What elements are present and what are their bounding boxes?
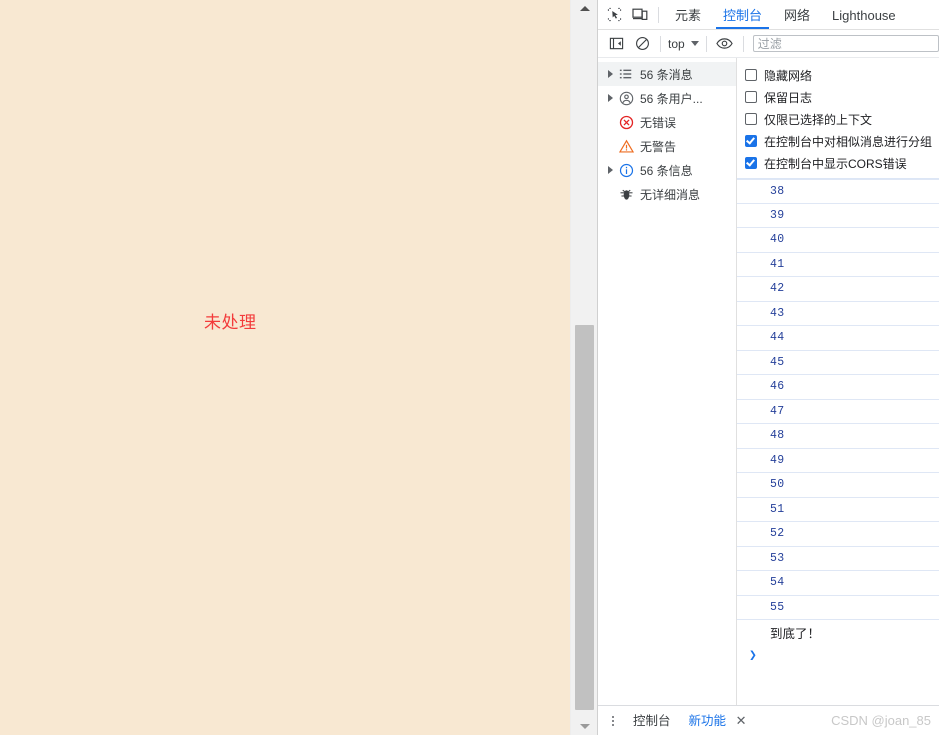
- sidebar-item-errors[interactable]: 无错误: [598, 110, 736, 134]
- sidebar-item-label: 无错误: [640, 115, 677, 130]
- checkbox[interactable]: [745, 113, 757, 125]
- execution-context-value: top: [668, 36, 685, 51]
- info-icon: [616, 163, 636, 178]
- option-show-cors-errors[interactable]: 在控制台中显示CORS错误: [745, 152, 939, 174]
- screenshot-root: 未处理 元素 控制台 网络 Lighthouse top 过滤 56 条消息 5…: [0, 0, 939, 735]
- option-preserve-log[interactable]: 保留日志: [745, 86, 939, 108]
- tab-console[interactable]: 控制台: [712, 1, 773, 29]
- option-hide-network[interactable]: 隐藏网络: [745, 64, 939, 86]
- console-filter-input[interactable]: [752, 35, 939, 52]
- expand-triangle-icon[interactable]: [604, 70, 616, 78]
- devtools-drawer-tabbar: 控制台 新功能 ✕ CSDN @joan_85: [598, 705, 939, 735]
- log-entry[interactable]: 53: [737, 547, 939, 571]
- console-log-pane: 隐藏网络 保留日志 仅限已选择的上下文 在控制台中对相似消息进行分组 在控制台中…: [737, 58, 939, 705]
- sidebar-item-warnings[interactable]: 无警告: [598, 134, 736, 158]
- log-entry[interactable]: 38: [737, 179, 939, 204]
- warning-icon: [616, 139, 636, 154]
- sidebar-item-label: 无警告: [640, 139, 677, 154]
- prompt-chevron-icon: ❯: [749, 648, 757, 663]
- sidebar-item-messages[interactable]: 56 条消息: [598, 62, 736, 86]
- log-entry[interactable]: 46: [737, 375, 939, 400]
- console-sidebar: 56 条消息 56 条用户... 无错误 无警告 56 条信息 无详细消息: [598, 58, 737, 705]
- clear-console-icon[interactable]: [629, 31, 655, 57]
- expand-triangle-icon[interactable]: [604, 166, 616, 174]
- sidebar-item-label: 56 条用户...: [640, 91, 703, 106]
- console-prompt[interactable]: ❯: [737, 645, 939, 667]
- option-label: 保留日志: [764, 90, 813, 105]
- expand-triangle-icon[interactable]: [604, 94, 616, 102]
- tab-lighthouse[interactable]: Lighthouse: [821, 1, 907, 29]
- toolbar-divider: [658, 6, 659, 23]
- sidebar-toggle-icon[interactable]: [603, 31, 629, 57]
- log-entry-final-message[interactable]: 到底了！: [737, 620, 939, 645]
- scrollbar-up-arrow-icon[interactable]: [571, 0, 598, 17]
- tab-network[interactable]: 网络: [773, 1, 821, 29]
- sidebar-item-label: 无详细消息: [640, 187, 701, 202]
- option-label: 在控制台中对相似消息进行分组: [764, 134, 933, 149]
- more-options-icon[interactable]: [602, 710, 624, 732]
- page-red-text: 未处理: [204, 313, 257, 332]
- log-entry[interactable]: 43: [737, 302, 939, 326]
- log-entry[interactable]: 52: [737, 522, 939, 547]
- error-icon: [616, 115, 636, 130]
- sidebar-item-user-messages[interactable]: 56 条用户...: [598, 86, 736, 110]
- log-entry[interactable]: 42: [737, 277, 939, 302]
- log-entry[interactable]: 51: [737, 498, 939, 522]
- console-log-list: 38 39 40 41 42 43 44 45 46 47 48 49 50 5…: [737, 179, 939, 645]
- option-group-similar[interactable]: 在控制台中对相似消息进行分组: [745, 130, 939, 152]
- log-entry[interactable]: 50: [737, 473, 939, 498]
- user-message-icon: [616, 91, 636, 106]
- log-entry[interactable]: 48: [737, 424, 939, 449]
- eye-icon[interactable]: [712, 31, 738, 57]
- checkbox[interactable]: [745, 69, 757, 81]
- execution-context-selector[interactable]: top: [666, 37, 701, 51]
- sidebar-item-label: 56 条信息: [640, 163, 693, 178]
- checkbox[interactable]: [745, 91, 757, 103]
- devtools-tabstrip: 元素 控制台 网络 Lighthouse: [598, 0, 939, 30]
- close-icon[interactable]: ✕: [733, 713, 749, 729]
- list-icon: [616, 67, 636, 81]
- log-entry[interactable]: 44: [737, 326, 939, 351]
- tab-elements[interactable]: 元素: [664, 1, 712, 29]
- checkbox[interactable]: [745, 157, 757, 169]
- inspect-element-icon[interactable]: [601, 2, 627, 28]
- log-entry[interactable]: 45: [737, 351, 939, 375]
- log-entry[interactable]: 55: [737, 596, 939, 620]
- console-settings-options: 隐藏网络 保留日志 仅限已选择的上下文 在控制台中对相似消息进行分组 在控制台中…: [737, 58, 939, 179]
- verbose-bug-icon: [616, 187, 636, 202]
- drawer-tab-console[interactable]: 控制台: [624, 706, 680, 735]
- log-entry[interactable]: 41: [737, 253, 939, 277]
- sidebar-item-info[interactable]: 56 条信息: [598, 158, 736, 182]
- log-entry[interactable]: 54: [737, 571, 939, 596]
- scrollbar-thumb[interactable]: [575, 325, 594, 710]
- drawer-tab-whats-new[interactable]: 新功能: [680, 706, 736, 735]
- device-toolbar-icon[interactable]: [627, 2, 653, 28]
- option-label: 隐藏网络: [764, 68, 813, 83]
- sidebar-item-label: 56 条消息: [640, 67, 693, 82]
- toolbar-divider-3: [705, 35, 707, 52]
- console-body: 56 条消息 56 条用户... 无错误 无警告 56 条信息 无详细消息 隐藏…: [598, 58, 939, 705]
- console-toolbar: top: [598, 30, 939, 58]
- toolbar-divider-2: [660, 35, 661, 52]
- sidebar-item-verbose[interactable]: 无详细消息: [598, 182, 736, 206]
- scrollbar-down-arrow-icon[interactable]: [571, 718, 598, 735]
- page-vertical-scrollbar[interactable]: [570, 0, 597, 735]
- log-entry[interactable]: 49: [737, 449, 939, 473]
- watermark-text: CSDN @joan_85: [831, 713, 931, 728]
- option-selected-context-only[interactable]: 仅限已选择的上下文: [745, 108, 939, 130]
- web-page-viewport: 未处理: [0, 0, 570, 735]
- devtools-panel: 元素 控制台 网络 Lighthouse top 过滤 56 条消息 56 条用…: [597, 0, 939, 735]
- chevron-down-icon: [690, 41, 699, 46]
- log-entry[interactable]: 47: [737, 400, 939, 424]
- toolbar-divider-4: [742, 35, 744, 52]
- log-entry[interactable]: 40: [737, 228, 939, 253]
- checkbox[interactable]: [745, 135, 757, 147]
- option-label: 在控制台中显示CORS错误: [764, 156, 907, 171]
- log-entry[interactable]: 39: [737, 204, 939, 228]
- option-label: 仅限已选择的上下文: [764, 112, 873, 127]
